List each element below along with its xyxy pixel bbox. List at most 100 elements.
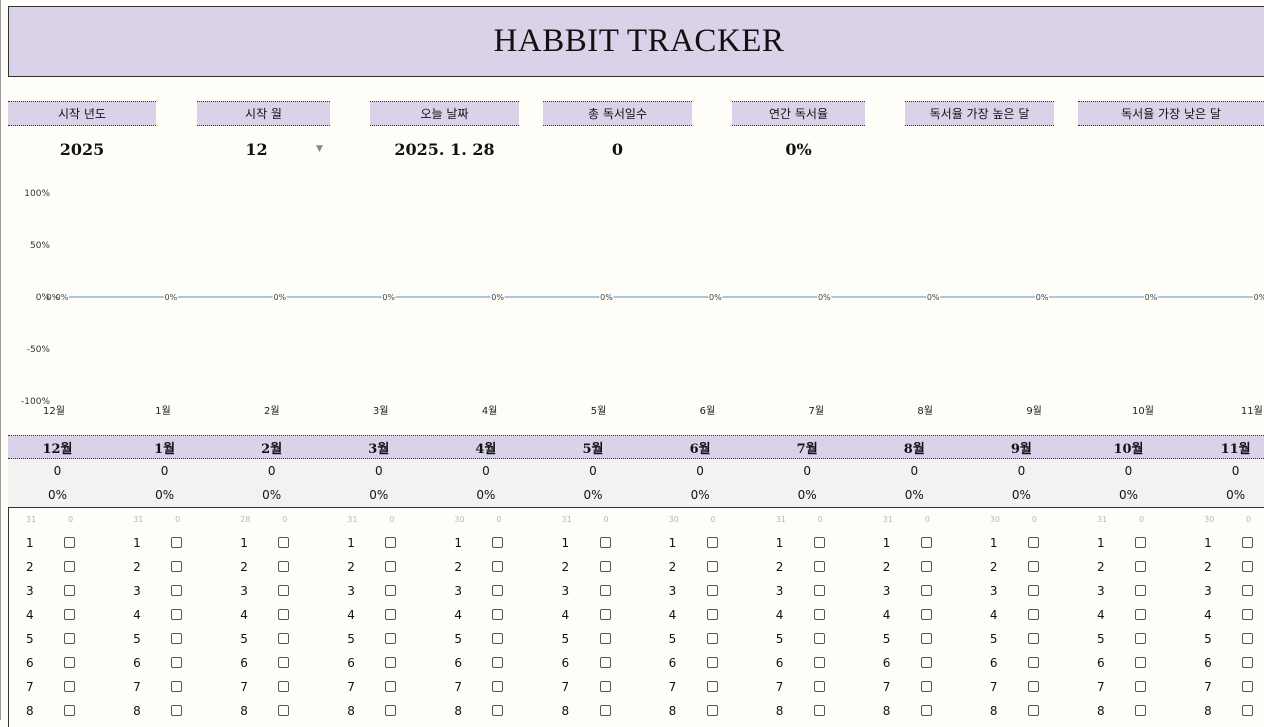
day-checkbox[interactable] [171, 705, 183, 716]
day-checkbox[interactable] [171, 633, 183, 644]
day-checkbox[interactable] [1242, 705, 1254, 716]
day-checkbox[interactable] [1135, 609, 1146, 620]
day-checkbox[interactable] [278, 537, 290, 548]
day-checkbox[interactable] [920, 633, 932, 644]
day-checkbox[interactable] [599, 585, 611, 596]
day-checkbox[interactable] [385, 585, 397, 596]
day-checkbox[interactable] [1242, 633, 1254, 644]
day-checkbox[interactable] [385, 681, 397, 692]
day-checkbox[interactable] [385, 609, 397, 620]
day-checkbox[interactable] [1242, 561, 1254, 572]
day-checkbox[interactable] [64, 537, 75, 548]
day-checkbox[interactable] [599, 609, 611, 620]
day-checkbox[interactable] [706, 609, 718, 620]
day-checkbox[interactable] [171, 585, 183, 596]
day-checkbox[interactable] [706, 561, 718, 572]
day-checkbox[interactable] [706, 657, 718, 668]
day-checkbox[interactable] [492, 585, 504, 596]
day-number: 4 [668, 608, 677, 622]
day-checkbox[interactable] [599, 537, 611, 548]
day-checkbox[interactable] [1027, 633, 1039, 644]
day-checkbox[interactable] [171, 657, 183, 668]
day-checkbox[interactable] [64, 705, 75, 716]
day-checkbox[interactable] [1027, 681, 1039, 692]
day-checkbox[interactable] [171, 609, 183, 620]
day-checkbox[interactable] [920, 585, 932, 596]
day-checkbox[interactable] [1027, 585, 1039, 596]
day-checkbox[interactable] [1242, 657, 1254, 668]
day-checkbox[interactable] [492, 609, 504, 620]
day-checkbox[interactable] [1242, 681, 1254, 692]
day-checkbox[interactable] [1242, 609, 1254, 620]
stat-value-start-year[interactable]: 2025 [8, 138, 156, 160]
day-checkbox[interactable] [813, 537, 825, 548]
day-checkbox[interactable] [492, 657, 504, 668]
day-checkbox[interactable] [599, 657, 611, 668]
day-checkbox[interactable] [492, 537, 504, 548]
day-checkbox[interactable] [599, 633, 611, 644]
day-checkbox[interactable] [813, 561, 825, 572]
day-checkbox[interactable] [813, 585, 825, 596]
day-checkbox[interactable] [492, 633, 504, 644]
day-checkbox[interactable] [64, 561, 75, 572]
day-checkbox[interactable] [1135, 633, 1146, 644]
day-checkbox[interactable] [1027, 561, 1039, 572]
day-checkbox[interactable] [278, 705, 290, 716]
day-checkbox[interactable] [278, 633, 290, 644]
day-checkbox[interactable] [813, 681, 825, 692]
day-checkbox[interactable] [385, 561, 397, 572]
day-checkbox[interactable] [813, 705, 825, 716]
stat-value-start-month[interactable]: 12 [190, 138, 323, 160]
day-checkbox[interactable] [1242, 585, 1254, 596]
day-checkbox[interactable] [920, 681, 932, 692]
day-checkbox[interactable] [64, 609, 75, 620]
day-checkbox[interactable] [920, 537, 932, 548]
day-checkbox[interactable] [278, 561, 290, 572]
day-checkbox[interactable] [492, 561, 504, 572]
day-checkbox[interactable] [1135, 561, 1146, 572]
day-checkbox[interactable] [920, 609, 932, 620]
day-checkbox[interactable] [599, 561, 611, 572]
day-checkbox[interactable] [920, 561, 932, 572]
day-checkbox[interactable] [706, 705, 718, 716]
day-checkbox[interactable] [813, 633, 825, 644]
day-checkbox[interactable] [385, 657, 397, 668]
day-checkbox[interactable] [171, 537, 183, 548]
day-checkbox[interactable] [1242, 537, 1254, 548]
day-checkbox[interactable] [1027, 537, 1039, 548]
day-checkbox[interactable] [706, 681, 718, 692]
day-checkbox[interactable] [599, 681, 611, 692]
day-checkbox[interactable] [706, 537, 718, 548]
day-checkbox[interactable] [64, 633, 75, 644]
day-checkbox[interactable] [1027, 705, 1039, 716]
day-checkbox[interactable] [1135, 537, 1146, 548]
day-checkbox[interactable] [920, 657, 932, 668]
day-checkbox[interactable] [1027, 657, 1039, 668]
day-checkbox[interactable] [706, 633, 718, 644]
day-checkbox[interactable] [171, 561, 183, 572]
day-checkbox[interactable] [1135, 585, 1146, 596]
day-checkbox[interactable] [64, 681, 75, 692]
day-checkbox[interactable] [599, 705, 611, 716]
day-checkbox[interactable] [813, 609, 825, 620]
day-checkbox[interactable] [385, 537, 397, 548]
day-checkbox[interactable] [385, 705, 397, 716]
day-checkbox[interactable] [278, 657, 290, 668]
day-checkbox[interactable] [1135, 681, 1146, 692]
day-checkbox[interactable] [171, 681, 183, 692]
day-checkbox[interactable] [385, 633, 397, 644]
day-checkbox[interactable] [706, 585, 718, 596]
day-checkbox[interactable] [1027, 609, 1039, 620]
day-checkbox[interactable] [492, 705, 504, 716]
day-checkbox[interactable] [813, 657, 825, 668]
day-checkbox[interactable] [278, 609, 290, 620]
day-checkbox[interactable] [920, 705, 932, 716]
day-checkbox[interactable] [1135, 705, 1146, 716]
day-checkbox[interactable] [278, 681, 290, 692]
day-checkbox[interactable] [64, 585, 75, 596]
day-checkbox[interactable] [1135, 657, 1146, 668]
day-checkbox[interactable] [492, 681, 504, 692]
chevron-down-icon[interactable]: ▼ [316, 144, 323, 154]
day-checkbox[interactable] [64, 657, 75, 668]
day-checkbox[interactable] [278, 585, 290, 596]
